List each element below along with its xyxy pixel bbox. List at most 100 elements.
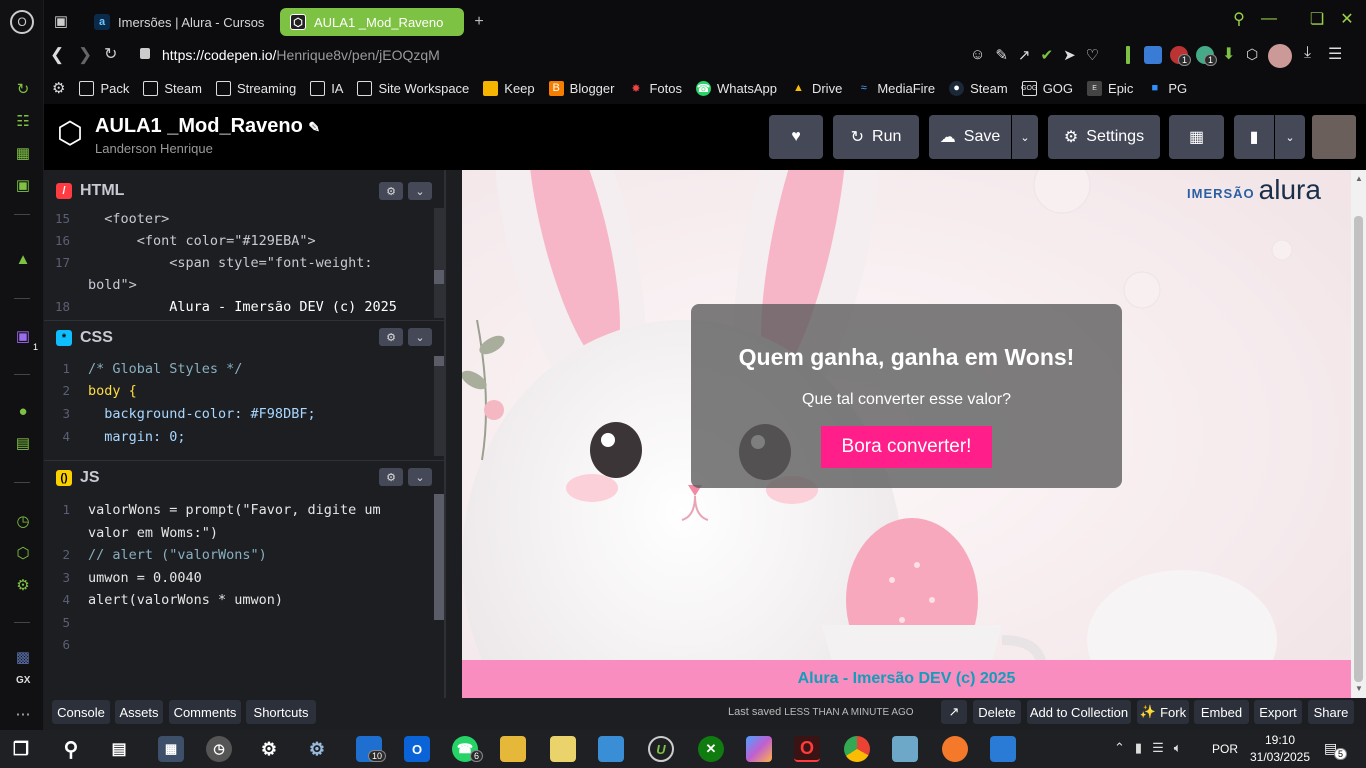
- forward-icon[interactable]: ❯: [78, 45, 92, 65]
- battery-icon[interactable]: ▮: [1135, 740, 1142, 756]
- pen-title[interactable]: AULA1 _Mod_Raveno ✎: [95, 115, 320, 138]
- share-icon[interactable]: ↗: [1018, 46, 1031, 64]
- bookmark-link[interactable]: ▲ Drive: [791, 81, 842, 96]
- console-button[interactable]: Console: [52, 700, 110, 724]
- bookmark-folder[interactable]: Steam: [143, 80, 202, 96]
- open-external-button[interactable]: ↗: [941, 700, 967, 724]
- task-view-icon[interactable]: ▤: [106, 736, 132, 762]
- scrollbar-thumb[interactable]: [1354, 216, 1363, 682]
- windows-start-icon[interactable]: ❒: [8, 736, 34, 762]
- tray-chevron-icon[interactable]: ⌃: [1114, 740, 1125, 756]
- save-button[interactable]: ☁ Save: [929, 115, 1011, 159]
- settings-button[interactable]: ⚙ Settings: [1048, 115, 1160, 159]
- settings-gear-icon[interactable]: ⚙: [256, 736, 282, 762]
- bookmark-folder[interactable]: Pack: [79, 80, 129, 96]
- minimize-icon[interactable]: —: [1258, 8, 1280, 30]
- bookmark-dropdown-button[interactable]: ⌄: [1275, 115, 1305, 159]
- bookmark-link[interactable]: ✸ Fotos: [628, 81, 682, 96]
- emoji-icon[interactable]: ☺: [970, 46, 985, 64]
- app-icon[interactable]: ▩: [12, 646, 34, 668]
- new-tab-button[interactable]: +: [468, 8, 490, 36]
- add-to-collection-button[interactable]: Add to Collection: [1027, 700, 1131, 724]
- gamepad-icon[interactable]: ▣: [50, 10, 72, 32]
- twitch-icon[interactable]: ▣: [12, 325, 34, 347]
- blender-icon[interactable]: [942, 736, 968, 762]
- close-icon[interactable]: ✕: [1336, 8, 1358, 30]
- pen-author[interactable]: Landerson Henrique: [95, 141, 213, 156]
- translate-ext-icon[interactable]: [1144, 46, 1162, 64]
- bookmark-link[interactable]: B Blogger: [548, 80, 614, 96]
- preview-scrollbar[interactable]: ▲ ▼: [1351, 170, 1366, 698]
- profile-avatar[interactable]: [1268, 44, 1292, 68]
- bookmark-button[interactable]: ▮: [1234, 115, 1274, 159]
- user-avatar[interactable]: [1312, 115, 1356, 159]
- lock-icon[interactable]: [140, 48, 150, 59]
- gx-control-icon[interactable]: ☷: [12, 110, 34, 132]
- bookmark-link[interactable]: ● Steam: [949, 80, 1008, 96]
- html-code[interactable]: 15 <footer> 16 <font color="#129EBA"> 17…: [44, 208, 436, 318]
- file-explorer-icon[interactable]: [500, 736, 526, 762]
- url-field[interactable]: https://codepen.io/Henrique8v/pen/jEOQzq…: [162, 47, 440, 63]
- js-settings-button[interactable]: ⚙: [379, 468, 403, 486]
- js-collapse-button[interactable]: ⌄: [408, 468, 432, 486]
- run-button[interactable]: ↻ Run: [833, 115, 919, 159]
- volume-icon[interactable]: 🔈︎: [1174, 740, 1182, 756]
- snapshot-icon[interactable]: ✎: [995, 46, 1008, 64]
- editor-resizer[interactable]: [444, 170, 446, 698]
- comments-button[interactable]: Comments: [169, 700, 241, 724]
- embed-button[interactable]: Embed: [1194, 700, 1249, 724]
- more-icon[interactable]: ⋯: [12, 703, 34, 725]
- opera-gx-icon[interactable]: O: [794, 736, 820, 762]
- downloads-icon[interactable]: ⤓: [1304, 44, 1311, 62]
- wallet-icon[interactable]: ▤: [12, 432, 34, 454]
- css-collapse-button[interactable]: ⌄: [408, 328, 432, 346]
- convert-button[interactable]: Bora converter!: [821, 426, 992, 468]
- gx-corner-icon[interactable]: ▣: [12, 174, 34, 196]
- clock[interactable]: 19:10 31/03/2025: [1248, 733, 1312, 764]
- shield-icon[interactable]: ✔: [1040, 46, 1053, 64]
- heart-icon[interactable]: ♡: [1086, 46, 1099, 64]
- tab-imersoes[interactable]: a Imersões | Alura - Cursos: [84, 8, 264, 36]
- paint-icon[interactable]: [990, 736, 1016, 762]
- bookmark-link[interactable]: GOG GOG: [1021, 80, 1073, 96]
- css-code[interactable]: 1 /* Global Styles */ 2 body { 3 backgroun…: [44, 358, 436, 456]
- bookmark-link[interactable]: ☎ WhatsApp: [695, 80, 777, 96]
- app-icon[interactable]: [892, 736, 918, 762]
- easy-setup-icon[interactable]: ☰: [1328, 44, 1342, 64]
- language-indicator[interactable]: POR: [1212, 742, 1238, 756]
- html-scrollbar[interactable]: [434, 208, 444, 318]
- css-settings-button[interactable]: ⚙: [379, 328, 403, 346]
- settings-icon[interactable]: ⚙: [52, 79, 65, 97]
- layout-button[interactable]: ▦: [1169, 115, 1224, 159]
- delete-button[interactable]: Delete: [973, 700, 1021, 724]
- xbox-icon[interactable]: ✕: [698, 736, 724, 762]
- gx-mods-icon[interactable]: ▲: [12, 248, 34, 270]
- history-icon[interactable]: ◷: [12, 510, 34, 532]
- send-icon[interactable]: ➤: [1063, 46, 1076, 64]
- download-ext-icon[interactable]: ⬇: [1222, 44, 1235, 64]
- search-icon[interactable]: ⚲: [1228, 8, 1250, 30]
- extensions-icon[interactable]: ⬡: [12, 542, 34, 564]
- scrollbar-thumb[interactable]: [434, 270, 444, 284]
- cube-icon[interactable]: ⬡: [1246, 46, 1258, 63]
- utorrent-icon[interactable]: U: [648, 736, 674, 762]
- network-icon[interactable]: ☰: [1152, 740, 1164, 756]
- spotify-icon[interactable]: ●: [12, 400, 34, 422]
- notes-icon[interactable]: [550, 736, 576, 762]
- clock-app-icon[interactable]: ◷: [206, 736, 232, 762]
- scrollbar-thumb[interactable]: [434, 356, 444, 366]
- assets-button[interactable]: Assets: [115, 700, 163, 724]
- control-panel-icon[interactable]: ⚙: [304, 736, 330, 762]
- back-icon[interactable]: ❮: [50, 45, 64, 65]
- gx-cleaner-icon[interactable]: ▦: [12, 142, 34, 164]
- speed-dial-icon[interactable]: ↻: [12, 78, 34, 100]
- bookmark-link[interactable]: Keep: [483, 80, 535, 96]
- js-scrollbar[interactable]: [434, 494, 444, 620]
- chrome-icon[interactable]: [844, 736, 870, 762]
- bookmark-folder[interactable]: IA: [310, 80, 343, 96]
- maximize-icon[interactable]: ❏: [1306, 8, 1328, 30]
- html-settings-button[interactable]: ⚙: [379, 182, 403, 200]
- share-button[interactable]: Share: [1308, 700, 1354, 724]
- edit-pencil-icon[interactable]: ✎: [308, 119, 320, 135]
- copilot-icon[interactable]: [746, 736, 772, 762]
